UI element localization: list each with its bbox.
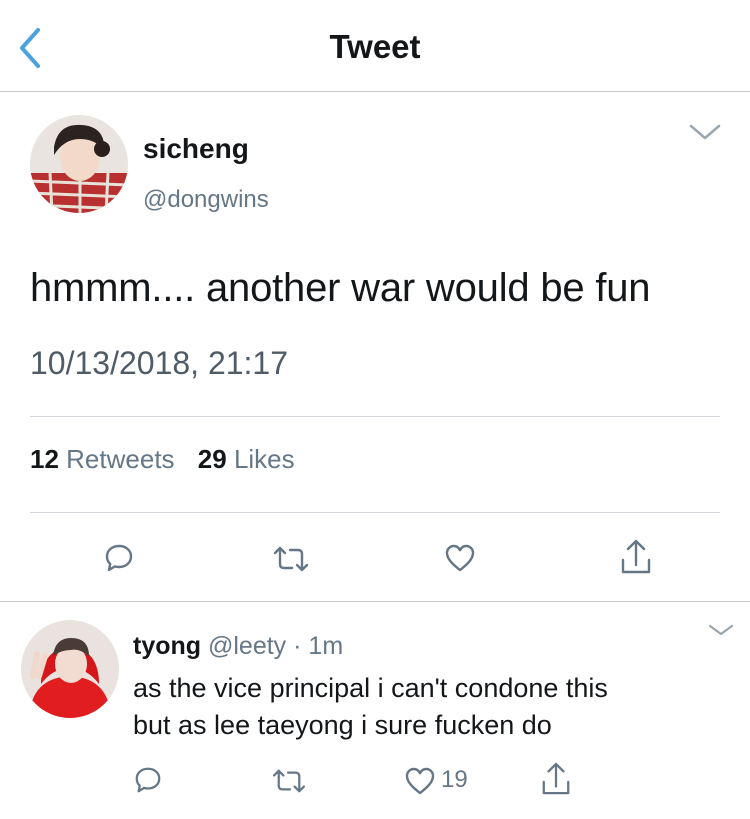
share-icon bbox=[621, 539, 651, 574]
retweets-stat[interactable]: 12 Retweets bbox=[30, 444, 175, 475]
chevron-down-icon bbox=[689, 124, 721, 140]
retweet-button[interactable] bbox=[272, 544, 310, 579]
reply-menu-button[interactable] bbox=[707, 622, 735, 638]
retweet-icon bbox=[272, 769, 306, 793]
heart-icon bbox=[445, 544, 475, 572]
reply-text-line: but as lee taeyong i sure fucken do bbox=[133, 710, 552, 740]
section-divider bbox=[0, 601, 750, 602]
reply-author-name[interactable]: tyong bbox=[133, 632, 201, 660]
reply-icon bbox=[135, 767, 161, 793]
like-button[interactable] bbox=[444, 543, 476, 578]
divider bbox=[30, 512, 720, 513]
tweet-menu-button[interactable] bbox=[688, 122, 722, 142]
avatar-photo bbox=[21, 620, 119, 718]
avatar-photo bbox=[30, 115, 128, 213]
navigation-bar: Tweet bbox=[0, 0, 750, 92]
reply-like-count: 19 bbox=[441, 766, 468, 793]
page-title: Tweet bbox=[329, 28, 421, 65]
reply-header: tyong @leety · 1m bbox=[133, 632, 343, 661]
reply-share-button[interactable] bbox=[540, 761, 572, 802]
share-button[interactable] bbox=[619, 538, 653, 581]
retweet-icon bbox=[273, 546, 309, 572]
share-icon bbox=[542, 762, 570, 795]
chevron-down-icon bbox=[708, 624, 734, 636]
tweet-text: hmmm.... another war would be fun bbox=[30, 266, 651, 310]
likes-stat[interactable]: 29 Likes bbox=[198, 444, 295, 475]
reply-icon bbox=[105, 544, 133, 572]
tweet-stats: 12 Retweets 29 Likes bbox=[30, 444, 295, 475]
reply-author-handle[interactable]: @leety bbox=[208, 632, 286, 660]
reply-reply-button[interactable] bbox=[133, 765, 163, 800]
divider bbox=[30, 416, 720, 417]
author-handle[interactable]: @dongwins bbox=[143, 186, 269, 214]
reply-text-line: as the vice principal i can't condone th… bbox=[133, 673, 608, 703]
avatar[interactable] bbox=[30, 115, 128, 213]
tweet-timestamp: 10/13/2018, 21:17 bbox=[30, 345, 289, 381]
separator-dot: · bbox=[293, 632, 302, 660]
reply-text: as the vice principal i can't condone th… bbox=[133, 670, 723, 744]
author-name[interactable]: sicheng bbox=[143, 133, 249, 165]
like-count: 29 bbox=[197, 444, 227, 474]
reply-timestamp: 1m bbox=[308, 632, 344, 660]
reply-like-button[interactable] bbox=[404, 766, 436, 801]
retweets-label: Retweets bbox=[66, 444, 175, 474]
heart-icon bbox=[405, 767, 435, 795]
retweet-count: 12 bbox=[30, 444, 59, 474]
likes-label: Likes bbox=[233, 444, 295, 474]
reply-retweet-button[interactable] bbox=[271, 767, 307, 800]
reply-avatar[interactable] bbox=[21, 620, 119, 718]
reply-button[interactable] bbox=[103, 542, 135, 579]
